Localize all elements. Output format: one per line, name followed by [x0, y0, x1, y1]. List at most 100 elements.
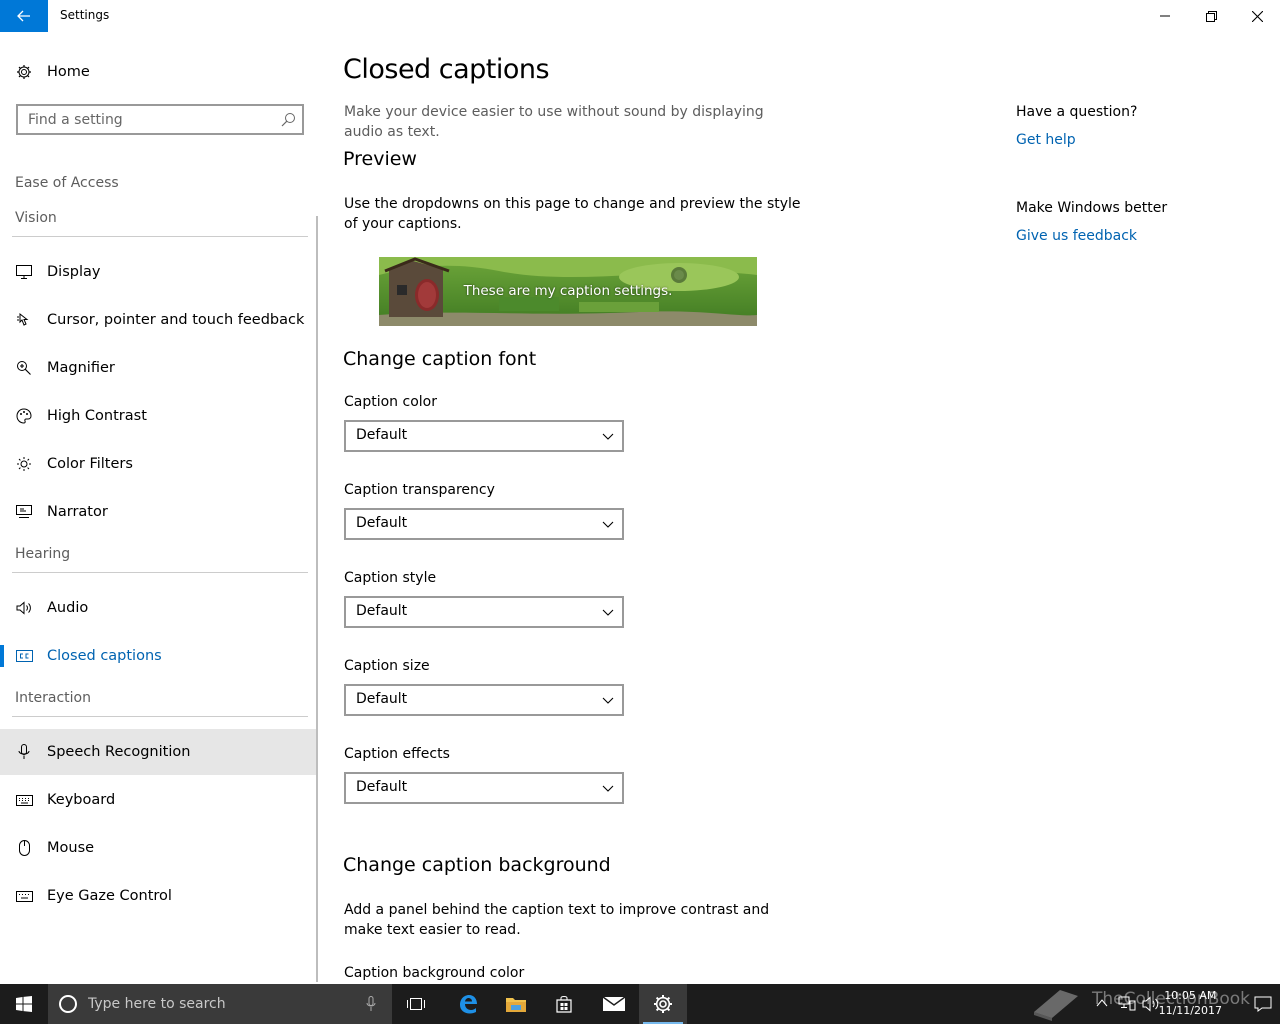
page-description: Make your device easier to use without s…	[344, 104, 764, 140]
sun-icon	[15, 455, 33, 473]
caption-color-label: Caption color	[344, 394, 437, 410]
minimize-button[interactable]	[1142, 0, 1188, 32]
restore-button[interactable]	[1188, 0, 1234, 32]
caption-effects-label: Caption effects	[344, 746, 450, 762]
font-section-heading: Change caption font	[343, 348, 537, 370]
keyboard-icon	[15, 791, 33, 809]
sidebar-item-label: Mouse	[47, 840, 95, 856]
closed-captions-icon	[15, 647, 33, 665]
clock-time: 10:05 AM	[1164, 989, 1217, 1002]
preview-caption-text: These are my caption settings.	[463, 283, 673, 299]
sidebar-item-speech[interactable]: Speech Recognition	[0, 729, 318, 775]
sidebar-item-label: Keyboard	[47, 792, 116, 808]
sidebar-item-eye-gaze[interactable]: Eye Gaze Control	[0, 873, 318, 919]
system-clock[interactable]: 10:05 AM 11/11/2017	[1159, 988, 1222, 1018]
sidebar-scrollbar[interactable]	[316, 216, 318, 982]
watermark-book-icon	[1034, 990, 1078, 1021]
caption-style-label: Caption style	[344, 570, 437, 586]
selection-indicator	[0, 645, 4, 667]
category-header: Ease of Access	[15, 175, 119, 191]
sidebar-item-display[interactable]: Display	[0, 249, 318, 295]
chevron-down-icon	[602, 697, 614, 704]
caption-effects-dropdown[interactable]: Default	[344, 772, 624, 804]
sidebar-item-mouse[interactable]: Mouse	[0, 825, 318, 871]
sidebar-item-label: Audio	[47, 600, 89, 616]
gear-icon	[654, 995, 672, 1013]
microphone-icon	[15, 743, 33, 761]
sidebar-item-audio[interactable]: Audio	[0, 585, 318, 631]
mouse-icon	[15, 839, 33, 857]
close-button[interactable]	[1234, 0, 1280, 32]
task-view-button[interactable]	[392, 984, 440, 1024]
restore-icon	[1205, 10, 1217, 22]
caption-color-dropdown[interactable]: Default	[344, 420, 624, 452]
find-setting-input[interactable]	[18, 106, 268, 133]
sidebar-item-keyboard[interactable]: Keyboard	[0, 777, 318, 823]
network-icon[interactable]	[1118, 996, 1136, 1012]
sidebar-item-magnifier[interactable]: Magnifier	[0, 345, 318, 391]
sidebar-item-label: Narrator	[47, 504, 108, 520]
help-question-heading: Have a question?	[1016, 104, 1138, 120]
sidebar-item-cursor[interactable]: Cursor, pointer and touch feedback	[0, 297, 318, 343]
caption-transparency-dropdown[interactable]: Default	[344, 508, 624, 540]
cortana-icon	[59, 995, 77, 1013]
palette-icon	[15, 407, 33, 425]
dropdown-value: Default	[356, 515, 408, 531]
sidebar-item-label: Cursor, pointer and touch feedback	[47, 312, 305, 328]
caption-background-color-label: Caption background color	[344, 965, 525, 981]
narrator-icon	[15, 503, 33, 521]
chevron-up-icon[interactable]	[1096, 998, 1108, 1008]
sidebar-item-home[interactable]: Home	[0, 49, 318, 95]
settings-window: Settings Home Ease of Access Vision	[0, 0, 1280, 984]
mail-button[interactable]	[590, 984, 638, 1024]
preview-heading: Preview	[343, 148, 417, 170]
folder-icon	[506, 998, 526, 1012]
store-button[interactable]	[540, 984, 588, 1024]
sidebar-item-label: Magnifier	[47, 360, 115, 376]
microphone-icon[interactable]	[366, 996, 376, 1012]
start-button[interactable]	[0, 984, 48, 1024]
sidebar-item-narrator[interactable]: Narrator	[0, 489, 318, 535]
speaker-icon	[15, 599, 33, 617]
windows-logo-icon	[16, 996, 32, 1012]
dropdown-value: Default	[356, 603, 408, 619]
monitor-icon	[15, 263, 33, 281]
caption-preview-image: These are my caption settings.	[379, 257, 757, 326]
file-explorer-button[interactable]	[492, 984, 540, 1024]
sidebar-item-color-filters[interactable]: Color Filters	[0, 441, 318, 487]
edge-browser-button[interactable]	[444, 984, 492, 1024]
taskbar-search[interactable]	[48, 984, 392, 1024]
get-help-link[interactable]: Get help	[1016, 132, 1076, 148]
clock-date: 11/11/2017	[1158, 1004, 1222, 1017]
group-header-interaction: Interaction	[15, 690, 91, 706]
caption-transparency-label: Caption transparency	[344, 482, 495, 498]
back-button[interactable]	[0, 0, 48, 32]
search-box[interactable]	[16, 104, 304, 135]
eye-gaze-icon	[15, 887, 33, 905]
chevron-down-icon	[602, 785, 614, 792]
sidebar-item-high-contrast[interactable]: High Contrast	[0, 393, 318, 439]
divider	[12, 716, 308, 717]
edge-icon	[460, 995, 477, 1014]
sidebar-item-label: Display	[47, 264, 101, 280]
chevron-down-icon	[602, 433, 614, 440]
divider	[12, 572, 308, 573]
task-view-icon	[407, 998, 425, 1010]
window-title: Settings	[60, 8, 110, 22]
sidebar: Home Ease of Access Vision Display Curso…	[0, 32, 318, 984]
search-icon[interactable]	[281, 112, 296, 131]
sidebar-item-closed-captions[interactable]: Closed captions	[0, 633, 318, 679]
give-feedback-link[interactable]: Give us feedback	[1016, 228, 1137, 244]
taskbar-search-input[interactable]	[88, 995, 358, 1013]
action-center-icon[interactable]	[1254, 996, 1272, 1012]
sidebar-item-label: Speech Recognition	[47, 744, 191, 760]
volume-icon[interactable]	[1142, 996, 1160, 1012]
settings-taskbar-button[interactable]	[639, 984, 687, 1024]
caption-style-dropdown[interactable]: Default	[344, 596, 624, 628]
group-header-vision: Vision	[15, 210, 57, 226]
group-header-hearing: Hearing	[15, 546, 71, 562]
store-bag-icon	[556, 996, 572, 1013]
taskbar: TheCollectionBook 10:05 AM 11/11/2017	[0, 984, 1280, 1024]
mail-icon	[602, 996, 626, 1011]
caption-size-dropdown[interactable]: Default	[344, 684, 624, 716]
